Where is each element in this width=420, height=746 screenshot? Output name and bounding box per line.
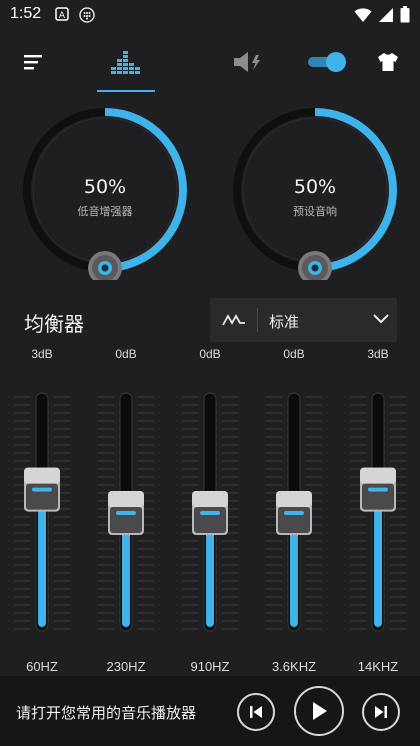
- virtualizer-value: 50%: [293, 176, 337, 198]
- open-player-prompt[interactable]: 请打开您常用的音乐播放器: [16, 702, 196, 723]
- skip-next-icon: [375, 706, 387, 718]
- band-frequency-label: 3.6KHZ: [271, 659, 317, 674]
- menu-icon: [24, 55, 42, 70]
- slider-handle[interactable]: [108, 491, 144, 535]
- band-gain-label: 3dB: [367, 347, 389, 361]
- band-slider[interactable]: [264, 365, 324, 665]
- virtualizer-label: 预设音响: [293, 205, 337, 218]
- band-slider[interactable]: [12, 365, 72, 665]
- slider-handle[interactable]: [360, 467, 396, 512]
- top-toolbar: [0, 40, 420, 92]
- menu-button[interactable]: [14, 40, 54, 84]
- slider-handle[interactable]: [24, 467, 60, 512]
- equalizer-title: 均衡器: [24, 312, 84, 336]
- status-notification-icons: A: [55, 7, 95, 23]
- play-icon: [313, 702, 327, 720]
- band-slider[interactable]: [348, 365, 408, 665]
- signal-icon: [379, 7, 393, 22]
- eq-band-230hz: 0dB 230HZ: [96, 345, 156, 685]
- eq-band-3-6khz: 0dB 3.6KHZ: [264, 345, 324, 685]
- status-time: 1:52: [10, 5, 42, 22]
- equalizer-icon: [111, 51, 140, 74]
- eq-band-910hz: 0dB 910HZ: [180, 345, 240, 685]
- preset-selected-value: 标准: [269, 313, 300, 331]
- band-gain-label: 0dB: [283, 347, 305, 361]
- chevron-down-icon: [373, 314, 389, 324]
- theme-shirt-icon: [378, 53, 398, 71]
- band-frequency-label: 14KHZ: [357, 659, 399, 674]
- band-frequency-label: 910HZ: [190, 659, 230, 674]
- bass-booster-label: 低音增强器: [77, 205, 133, 218]
- svg-text:A: A: [59, 11, 66, 21]
- previous-button[interactable]: [237, 693, 275, 731]
- eq-band-14khz: 3dB 14KHZ: [348, 345, 408, 685]
- volume-boost-icon: [234, 52, 260, 72]
- tab-volume-boost[interactable]: [226, 40, 270, 84]
- toggle-switch: [308, 52, 346, 72]
- tab-equalizer[interactable]: [100, 40, 152, 84]
- band-gain-label: 0dB: [199, 347, 221, 361]
- preset-dropdown[interactable]: 标准: [210, 298, 397, 342]
- skip-previous-icon: [250, 706, 262, 718]
- waveform-icon: [222, 314, 245, 326]
- bass-booster-value: 50%: [83, 176, 127, 198]
- band-slider[interactable]: [96, 365, 156, 665]
- band-slider[interactable]: [180, 365, 240, 665]
- status-system-icons: [354, 6, 410, 23]
- active-tab-indicator: [97, 90, 155, 92]
- next-button[interactable]: [362, 693, 400, 731]
- status-bar: 1:52 A: [0, 0, 420, 30]
- battery-icon: [400, 6, 410, 23]
- play-button[interactable]: [294, 686, 344, 736]
- slider-handle[interactable]: [276, 491, 312, 535]
- enable-toggle[interactable]: [302, 40, 352, 84]
- theme-button[interactable]: [368, 40, 408, 84]
- virtualizer-knob[interactable]: 50% 预设音响: [231, 108, 399, 285]
- slider-handle[interactable]: [192, 491, 228, 535]
- wifi-icon: [354, 7, 372, 22]
- eq-band-60hz: 3dB 60HZ: [12, 345, 72, 685]
- notification-dots-icon: [79, 7, 95, 23]
- preset-divider: [257, 308, 258, 332]
- band-frequency-label: 230HZ: [106, 659, 146, 674]
- notification-a-icon: A: [55, 7, 69, 21]
- band-gain-label: 3dB: [31, 347, 53, 361]
- band-frequency-label: 60HZ: [26, 659, 58, 674]
- bass-booster-knob[interactable]: 50% 低音增强器: [21, 108, 189, 285]
- band-gain-label: 0dB: [115, 347, 137, 361]
- player-bar: 请打开您常用的音乐播放器: [0, 676, 420, 746]
